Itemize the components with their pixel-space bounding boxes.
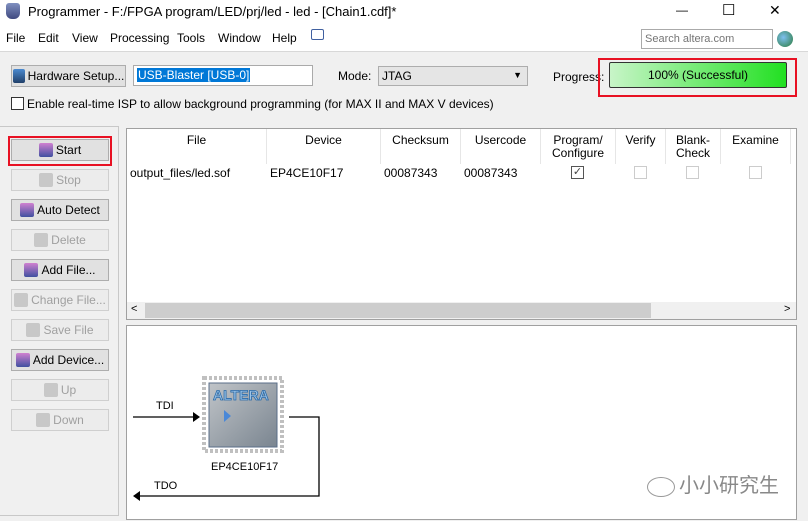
verify-checkbox[interactable] xyxy=(634,166,647,179)
mode-dropdown[interactable]: JTAG ▼ xyxy=(378,66,528,86)
blank-check-checkbox[interactable] xyxy=(686,166,699,179)
add-device-button[interactable]: Add Device... xyxy=(11,349,109,371)
up-button[interactable]: Up xyxy=(11,379,109,401)
start-button[interactable]: Start xyxy=(11,139,109,161)
maximize-button[interactable]: ☐ xyxy=(722,1,735,19)
tdo-label: TDO xyxy=(154,480,178,492)
column-header[interactable]: File xyxy=(127,129,267,164)
menu-edit[interactable]: Edit xyxy=(38,31,59,45)
stop-button[interactable]: Stop xyxy=(11,169,109,191)
down-icon xyxy=(36,413,51,427)
hardware-icon xyxy=(12,69,25,83)
auto-detect-icon xyxy=(20,203,35,217)
hardware-value: USB-Blaster [USB-0] xyxy=(137,68,251,82)
delete-button[interactable]: Delete xyxy=(11,229,109,251)
search-input[interactable] xyxy=(641,29,773,49)
button-label: Add File... xyxy=(41,263,96,277)
button-label: Up xyxy=(60,383,77,397)
column-header[interactable]: Program/ Configure xyxy=(541,129,616,164)
hardware-setup-label: Hardware Setup... xyxy=(27,69,125,83)
up-icon xyxy=(43,383,58,397)
down-button[interactable]: Down xyxy=(11,409,109,431)
column-header[interactable]: Examine xyxy=(721,129,791,164)
feedback-icon[interactable] xyxy=(311,29,324,40)
column-header[interactable]: Blank- Check xyxy=(666,129,721,164)
button-label: Stop xyxy=(56,173,81,187)
hardware-setup-button[interactable]: Hardware Setup... xyxy=(11,65,126,87)
isp-label: Enable real-time ISP to allow background… xyxy=(27,97,494,111)
stop-icon xyxy=(39,173,54,187)
menu-file[interactable]: File xyxy=(6,31,25,45)
file-table: File Device Checksum Usercode Program/ Confi… xyxy=(126,128,797,320)
app-icon xyxy=(6,3,20,19)
button-label: Start xyxy=(55,143,82,157)
watermark-text: 小小研究生 xyxy=(679,475,779,497)
progress-text: 100% (Successful) xyxy=(647,68,749,82)
menu-bar: File Edit View Processing Tools Window H… xyxy=(0,24,808,52)
button-label: Delete xyxy=(51,233,86,247)
chain-diagram: ALTERA TDI TDO EP4CE10F17 小小研究生 xyxy=(126,325,797,520)
cell-file: output_files/led.sof xyxy=(130,166,231,180)
title-bar: Programmer - F:/FPGA program/LED/prj/led… xyxy=(0,0,808,24)
close-button[interactable]: ✕ xyxy=(769,2,781,19)
progress-bar: 100% (Successful) xyxy=(609,62,787,88)
examine-checkbox[interactable] xyxy=(749,166,762,179)
menu-tools[interactable]: Tools xyxy=(177,31,205,45)
scroll-left-arrow[interactable]: < xyxy=(131,303,137,315)
cell-device: EP4CE10F17 xyxy=(270,166,344,180)
add-device-icon xyxy=(15,353,30,367)
column-header[interactable]: Device xyxy=(267,129,381,164)
column-header[interactable]: Checksum xyxy=(381,129,461,164)
cell-usercode: 00087343 xyxy=(464,166,518,180)
button-label: Change File... xyxy=(31,293,106,307)
button-label: Add Device... xyxy=(32,353,105,367)
minimize-button[interactable]: — xyxy=(676,3,688,17)
wechat-icon xyxy=(647,476,675,497)
globe-icon[interactable] xyxy=(777,31,793,47)
mode-value: JTAG xyxy=(382,69,412,83)
watermark: 小小研究生 xyxy=(647,469,779,498)
chip-label[interactable]: EP4CE10F17 xyxy=(211,461,278,473)
hardware-field[interactable]: USB-Blaster [USB-0] xyxy=(133,65,313,86)
menu-help[interactable]: Help xyxy=(272,31,297,45)
scroll-right-arrow[interactable]: > xyxy=(784,303,790,315)
cell-checksum: 00087343 xyxy=(384,166,438,180)
program-checkbox[interactable]: ✓ xyxy=(571,166,584,179)
save-file-icon xyxy=(26,323,41,337)
scroll-thumb[interactable] xyxy=(145,303,651,318)
add-file-button[interactable]: Add File... xyxy=(11,259,109,281)
window-title: Programmer - F:/FPGA program/LED/prj/led… xyxy=(28,4,397,19)
menu-processing[interactable]: Processing xyxy=(110,31,169,45)
horizontal-scrollbar[interactable]: < > xyxy=(127,302,796,319)
change-file-button[interactable]: Change File... xyxy=(11,289,109,311)
start-icon xyxy=(38,143,53,157)
column-header[interactable]: Usercode xyxy=(461,129,541,164)
column-header[interactable]: Verify xyxy=(616,129,666,164)
mode-label: Mode: xyxy=(338,69,372,83)
menu-view[interactable]: View xyxy=(72,31,98,45)
isp-checkbox[interactable] xyxy=(11,97,24,110)
chevron-down-icon: ▼ xyxy=(513,70,522,80)
button-label: Save File xyxy=(43,323,94,337)
add-file-icon xyxy=(24,263,39,277)
tdi-label: TDI xyxy=(156,400,174,412)
button-label: Down xyxy=(53,413,84,427)
save-file-button[interactable]: Save File xyxy=(11,319,109,341)
button-label: Auto Detect xyxy=(37,203,100,217)
progress-label: Progress: xyxy=(553,70,605,84)
altera-logo: ALTERA xyxy=(213,387,269,403)
auto-detect-button[interactable]: Auto Detect xyxy=(11,199,109,221)
delete-icon xyxy=(34,233,49,247)
menu-window[interactable]: Window xyxy=(218,31,261,45)
change-file-icon xyxy=(14,293,29,307)
